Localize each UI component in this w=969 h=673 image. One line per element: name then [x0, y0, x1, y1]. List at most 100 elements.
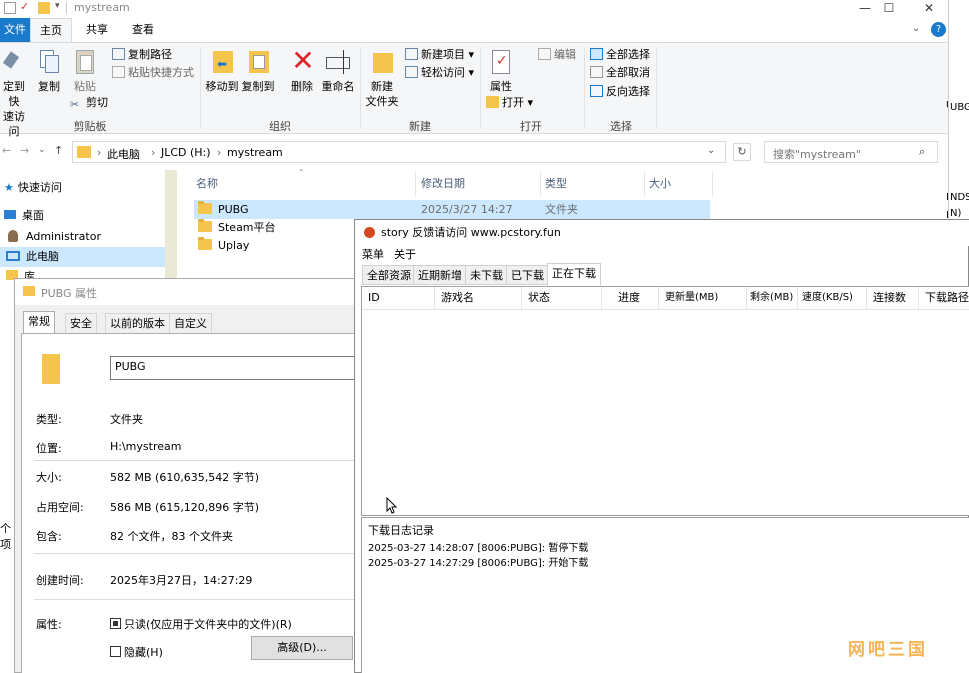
folder-name-input[interactable]: PUBG — [110, 356, 360, 380]
pin-quick-access-button[interactable]: 定到快 速访问 — [0, 47, 28, 139]
file-row-pubg[interactable]: PUBG 2025/3/27 14:27 文件夹 — [194, 200, 710, 219]
edit-icon — [538, 48, 551, 60]
checkbox-indeterminate-icon — [110, 618, 121, 629]
user-icon — [8, 230, 18, 242]
tab-general[interactable]: 常规 — [23, 311, 55, 334]
readonly-checkbox[interactable]: 只读(仅应用于文件夹中的文件)(R) — [110, 616, 292, 632]
dropdown-arrow-icon: ▾ — [468, 66, 475, 79]
properties-button[interactable]: ✓ 属性 — [486, 47, 516, 94]
tab-recent-added[interactable]: 近期新增 — [413, 265, 467, 285]
select-all-button[interactable]: 全部选择 — [590, 46, 650, 64]
tab-previous-versions[interactable]: 以前的版本 — [105, 313, 170, 333]
forward-arrow-icon[interactable]: → — [20, 144, 29, 157]
cut-button[interactable]: ✂ 剪切 — [70, 94, 108, 112]
column-date[interactable]: 修改日期 — [417, 172, 541, 196]
qat-dropdown-icon[interactable]: ▾ — [55, 1, 60, 11]
column-id[interactable]: ID — [362, 287, 435, 309]
help-icon[interactable]: ? — [931, 22, 946, 37]
nav-desktop[interactable]: 桌面 — [0, 206, 165, 226]
new-folder-icon — [367, 47, 397, 77]
recent-dropdown-icon[interactable]: ⌄ — [38, 145, 46, 155]
column-game-name[interactable]: 游戏名 — [435, 287, 522, 309]
folder-qat-icon[interactable] — [38, 2, 50, 14]
folder-icon — [198, 237, 212, 250]
address-dropdown-icon[interactable]: ⌄ — [707, 145, 715, 156]
window-title: mystream — [74, 1, 130, 14]
properties-qat-icon[interactable] — [4, 2, 16, 14]
chevron-right-icon: › — [151, 146, 156, 159]
tab-view[interactable]: 查看 — [122, 18, 164, 42]
menu-about[interactable]: 关于 — [394, 247, 416, 263]
tab-home[interactable]: 主页 — [30, 18, 72, 42]
nav-scrollbar[interactable] — [165, 170, 177, 290]
ribbon: 定到快 速访问 复制 粘贴 复制路径 粘贴快捷方式 ✂ 剪切 剪贴板 ⬅ 移动到 … — [0, 42, 948, 138]
watermark-logo: 网吧三国 — [848, 640, 928, 660]
move-to-button[interactable]: ⬅ 移动到 — [204, 47, 240, 94]
breadcrumb-this-pc[interactable]: 此电脑 — [107, 146, 140, 162]
right-edge-text: NDS — [950, 192, 969, 203]
edit-button[interactable]: 编辑 — [538, 46, 576, 64]
type-value: 文件夹 — [110, 413, 143, 426]
tab-security[interactable]: 安全 — [65, 313, 97, 333]
delete-button[interactable]: ✕ 删除 — [288, 47, 316, 94]
properties-general-panel: PUBG 类型: 文件夹 位置: H:\mystream 大小: 582 MB … — [21, 333, 360, 673]
nav-label: 快速访问 — [17, 181, 62, 194]
close-button[interactable]: ✕ — [906, 0, 948, 18]
nav-quick-access[interactable]: ★ 快速访问 — [0, 178, 165, 198]
copy-path-button[interactable]: 复制路径 — [112, 46, 172, 64]
column-connections[interactable]: 连接数 — [867, 287, 919, 309]
checkmark-qat-icon[interactable]: ✓ — [20, 1, 32, 14]
menu-main[interactable]: 菜单 — [362, 247, 384, 263]
new-item-button[interactable]: 新建项目 ▾ — [405, 46, 474, 64]
folder-icon — [23, 286, 35, 296]
tab-all-resources[interactable]: 全部资源 — [362, 265, 416, 285]
tab-customize[interactable]: 自定义 — [169, 313, 212, 333]
divider — [34, 460, 356, 461]
up-arrow-icon[interactable]: ↑ — [54, 144, 63, 157]
download-table[interactable]: ID 游戏名 状态 进度 更新量(MB) 剩余(MB) 速度(KB/S) 连接数… — [361, 286, 969, 516]
invert-selection-button[interactable]: 反向选择 — [590, 83, 650, 101]
easy-access-button[interactable]: 轻松访问 ▾ — [405, 64, 474, 82]
paste-shortcut-icon — [112, 66, 125, 78]
nav-label: 此电脑 — [26, 250, 59, 263]
breadcrumb-current[interactable]: mystream — [227, 146, 283, 159]
invert-selection-icon — [590, 85, 603, 97]
column-status[interactable]: 状态 — [522, 287, 602, 309]
column-remaining[interactable]: 剩余(MB) — [747, 287, 798, 309]
back-arrow-icon[interactable]: ← — [2, 144, 11, 157]
paste-button[interactable]: 粘贴 — [68, 47, 102, 94]
column-speed[interactable]: 速度(KB/S) — [798, 287, 867, 309]
open-button[interactable]: 打开 ▾ — [486, 94, 533, 112]
address-bar[interactable]: › 此电脑 › JLCD (H:) › mystream ⌄ — [72, 141, 726, 163]
file-date: 2025/3/27 14:27 — [421, 203, 513, 216]
rename-button[interactable]: 重命名 — [320, 47, 356, 94]
copy-icon — [34, 47, 64, 77]
breadcrumb-drive[interactable]: JLCD (H:) — [161, 146, 211, 159]
refresh-icon[interactable]: ↻ — [733, 143, 751, 161]
tab-downloaded[interactable]: 已下载 — [506, 265, 549, 285]
column-update-size[interactable]: 更新量(MB) — [659, 287, 747, 309]
column-type[interactable]: 类型 — [541, 172, 645, 196]
ribbon-collapse-icon[interactable]: ⌄ — [912, 23, 920, 34]
copy-to-button[interactable]: 复制到 — [240, 47, 276, 94]
copy-button[interactable]: 复制 — [34, 47, 64, 94]
paste-shortcut-button[interactable]: 粘贴快捷方式 — [112, 64, 194, 82]
column-size[interactable]: 大小 — [645, 172, 713, 196]
advanced-button[interactable]: 高级(D)... — [251, 636, 353, 660]
new-folder-button[interactable]: 新建 文件夹 — [364, 47, 400, 109]
nav-administrator[interactable]: Administrator — [0, 227, 165, 247]
group-separator — [656, 47, 657, 129]
select-none-button[interactable]: 全部取消 — [590, 64, 650, 82]
tab-not-downloaded[interactable]: 未下载 — [465, 265, 508, 285]
search-input[interactable]: 搜索"mystream" ⌕ — [764, 141, 938, 163]
group-separator — [584, 47, 585, 129]
column-download-path[interactable]: 下载路径 — [919, 287, 969, 309]
story-titlebar: story 反馈请访问 www.pcstory.fun — [355, 220, 969, 246]
tab-downloading[interactable]: 正在下载 — [547, 263, 601, 286]
nav-this-pc[interactable]: 此电脑 — [0, 247, 165, 267]
tab-file[interactable]: 文件 — [0, 18, 30, 42]
hidden-checkbox[interactable]: 隐藏(H) — [110, 644, 163, 660]
select-none-label: 全部取消 — [606, 66, 650, 79]
column-progress[interactable]: 进度 — [602, 287, 659, 309]
tab-share[interactable]: 共享 — [76, 18, 118, 42]
